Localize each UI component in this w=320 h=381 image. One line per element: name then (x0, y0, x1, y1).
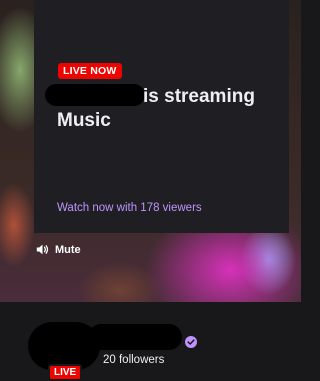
stream-category: Music (57, 110, 111, 131)
live-preview-card[interactable]: LIVE NOW is streaming Music Watch now wi… (34, 0, 289, 233)
watch-now-link[interactable]: Watch now with 178 viewers (57, 202, 202, 214)
redacted-streamer-name (45, 84, 145, 106)
stream-title-line-1: is streaming (45, 84, 282, 109)
stream-title-status: is streaming (143, 86, 255, 107)
followers-count: 20 followers (103, 354, 165, 366)
verified-icon (185, 336, 197, 348)
avatar-live-badge: LIVE (48, 364, 83, 381)
stream-title: is streaming Music (45, 84, 282, 133)
mute-label: Mute (55, 243, 81, 256)
live-now-badge: LIVE NOW (58, 63, 122, 79)
speaker-icon (36, 244, 49, 255)
mute-button[interactable]: Mute (36, 243, 81, 256)
redacted-channel-name[interactable] (88, 324, 182, 350)
